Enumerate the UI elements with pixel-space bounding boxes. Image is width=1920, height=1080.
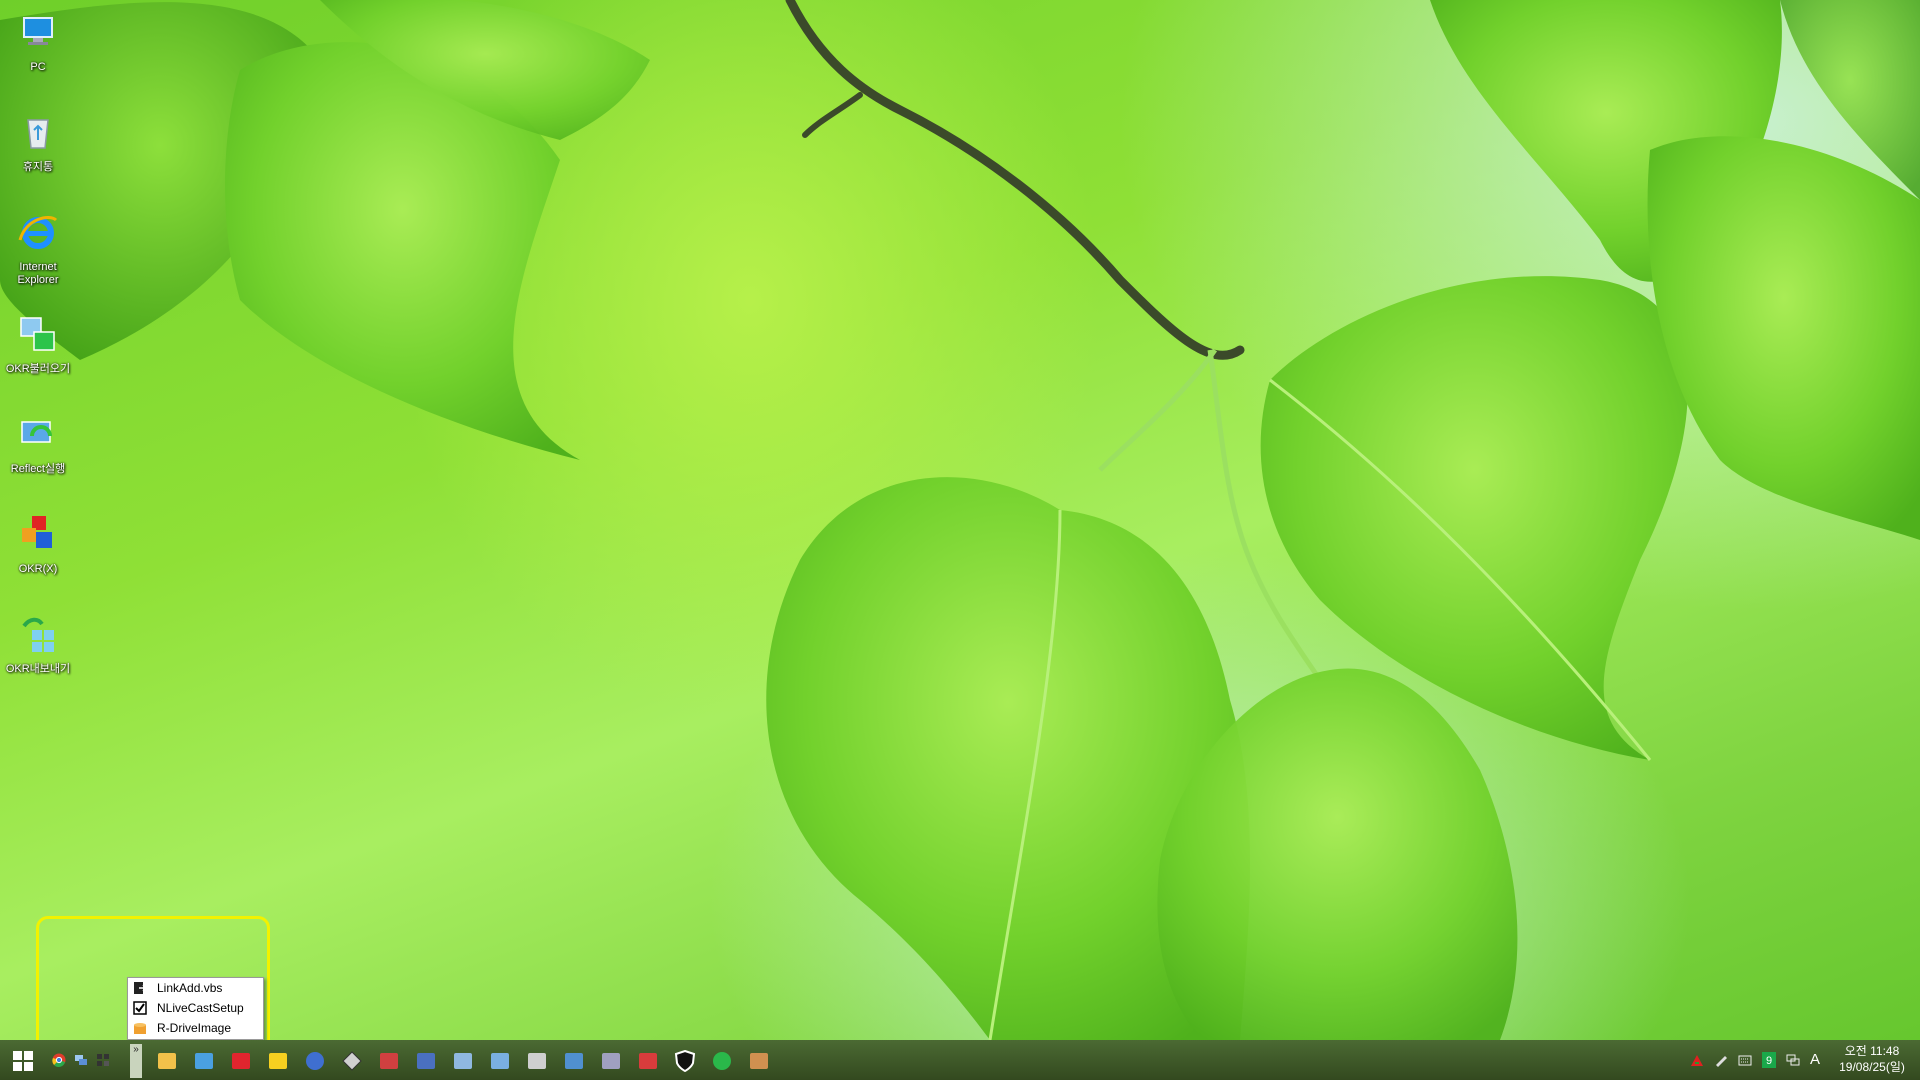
taskbar-clock[interactable]: 오전 11:48 19/08/25(일) xyxy=(1832,1043,1912,1075)
taskbar: » 9 A 오전 11:48 19/08/25(일) xyxy=(0,1040,1920,1080)
popup-item-linkadd[interactable]: LinkAdd.vbs xyxy=(130,978,262,998)
network-icon xyxy=(75,1055,87,1065)
calendar-icon xyxy=(639,1053,657,1069)
taskbar-app-bottle[interactable] xyxy=(452,1050,474,1072)
taskbar-app-disk-tool[interactable] xyxy=(341,1050,363,1072)
popup-item-label: LinkAdd.vbs xyxy=(157,981,223,995)
taskbar-app-settings-panel[interactable] xyxy=(600,1050,622,1072)
network-status-icon xyxy=(1786,1054,1800,1066)
popup-item-nlivecast[interactable]: NLiveCastSetup xyxy=(130,998,262,1018)
pc-icon xyxy=(23,17,53,45)
bottle-icon xyxy=(454,1053,472,1069)
tray-pen[interactable] xyxy=(1714,1053,1728,1067)
script-icon xyxy=(134,982,147,994)
desktop-wallpaper xyxy=(0,0,1920,1040)
anydesk-icon xyxy=(232,1053,250,1069)
desktop-icon-label: Internet Explorer xyxy=(17,261,59,286)
windows-start-icon xyxy=(13,1051,33,1071)
desktop-icon-recycle-bin[interactable]: 휴지통 xyxy=(0,110,76,174)
taskbar-app-windows-setup[interactable] xyxy=(489,1050,511,1072)
chrome-icon xyxy=(52,1053,66,1067)
shield-icon xyxy=(674,1049,696,1073)
desktop-icon-okr-import[interactable]: OKR불러오기 xyxy=(0,312,76,376)
popup-item-label: NLiveCastSetup xyxy=(157,1001,244,1015)
remote-desktop-icon xyxy=(195,1053,213,1069)
checkbox-icon xyxy=(133,1001,147,1015)
tiles-icon xyxy=(97,1054,109,1066)
desktop-icon-label: OKR불러오기 xyxy=(5,363,71,375)
clock-time: 오전 11:48 xyxy=(1844,1044,1900,1058)
overflow-chevron: » xyxy=(133,1044,139,1055)
desktop-icon-internet-explorer[interactable]: Internet Explorer xyxy=(0,210,76,287)
taskbar-app-shield[interactable] xyxy=(674,1049,696,1073)
taskbar-app-anydesk[interactable] xyxy=(230,1050,252,1072)
tray-network-status[interactable] xyxy=(1786,1053,1800,1067)
taskbar-app-user[interactable] xyxy=(415,1050,437,1072)
internet-explorer-icon xyxy=(18,216,58,249)
desktop-icon-label: PC xyxy=(30,61,46,73)
potplayer-icon xyxy=(269,1053,287,1069)
toolbar-popup-menu: LinkAdd.vbs NLiveCastSetup R-DriveImage xyxy=(127,977,264,1040)
okr-import-icon xyxy=(20,317,55,351)
taskbar-app-tools[interactable] xyxy=(526,1050,548,1072)
pen-icon xyxy=(1716,1056,1727,1067)
taskbar-app-blue-orb[interactable] xyxy=(304,1050,326,1072)
popup-item-rdriveimage[interactable]: R-DriveImage xyxy=(130,1018,262,1038)
ime-indicator[interactable]: A xyxy=(1810,1051,1820,1068)
start-button[interactable] xyxy=(12,1050,34,1072)
reflect-icon xyxy=(21,421,52,443)
colors-icon xyxy=(380,1053,398,1069)
recycle-bin-icon xyxy=(27,119,49,149)
taskbar-app-archive[interactable] xyxy=(748,1050,770,1072)
settings-panel-icon xyxy=(602,1053,620,1069)
taskbar-app-calendar[interactable] xyxy=(637,1050,659,1072)
user-icon xyxy=(417,1053,435,1069)
desktop-icon-label: 휴지통 xyxy=(22,161,54,173)
taskbar-app-colors[interactable] xyxy=(378,1050,400,1072)
popup-item-label: R-DriveImage xyxy=(157,1021,232,1035)
tray-red-a[interactable] xyxy=(1690,1053,1704,1067)
quicklaunch-tiles[interactable] xyxy=(96,1053,110,1067)
quicklaunch-network[interactable] xyxy=(74,1053,88,1067)
desktop-icon-reflect[interactable]: Reflect실행 xyxy=(0,412,76,476)
drive-image-icon xyxy=(134,1023,146,1034)
archive-icon xyxy=(750,1053,768,1069)
quicklaunch-chrome[interactable] xyxy=(52,1053,66,1067)
sync-icon xyxy=(713,1052,731,1070)
okr-x-icon xyxy=(22,516,52,548)
disk-tool-icon xyxy=(342,1051,362,1071)
red-a-icon xyxy=(1691,1055,1703,1066)
file-explorer-icon xyxy=(158,1053,176,1069)
tray-green-9[interactable]: 9 xyxy=(1762,1052,1776,1068)
desktop-icon-label: Reflect실행 xyxy=(10,463,66,475)
keyboard-icon xyxy=(1738,1055,1752,1066)
taskbar-app-laptop[interactable] xyxy=(563,1050,585,1072)
blue-orb-icon xyxy=(306,1052,324,1070)
taskbar-app-potplayer[interactable] xyxy=(267,1050,289,1072)
taskbar-app-sync[interactable] xyxy=(711,1050,733,1072)
desktop-icon-okr-x[interactable]: OKR(X) xyxy=(0,512,76,576)
toolbar-overflow-button[interactable]: » xyxy=(130,1044,142,1078)
windows-setup-icon xyxy=(491,1053,509,1069)
okr-export-icon xyxy=(22,617,54,652)
tools-icon xyxy=(528,1053,546,1069)
laptop-icon xyxy=(565,1053,583,1069)
desktop-icon-label: OKR내보내기 xyxy=(5,663,71,675)
green-9-icon: 9 xyxy=(1762,1052,1776,1068)
desktop-icon-pc[interactable]: PC xyxy=(0,10,76,74)
desktop-icon-label: OKR(X) xyxy=(18,563,58,575)
clock-date: 19/08/25(일) xyxy=(1839,1060,1905,1074)
taskbar-app-remote-desktop[interactable] xyxy=(193,1050,215,1072)
desktop-icon-okr-export[interactable]: OKR내보내기 xyxy=(0,612,76,676)
svg-text:9: 9 xyxy=(1766,1055,1772,1067)
taskbar-app-file-explorer[interactable] xyxy=(156,1050,178,1072)
tray-keyboard[interactable] xyxy=(1738,1053,1752,1067)
